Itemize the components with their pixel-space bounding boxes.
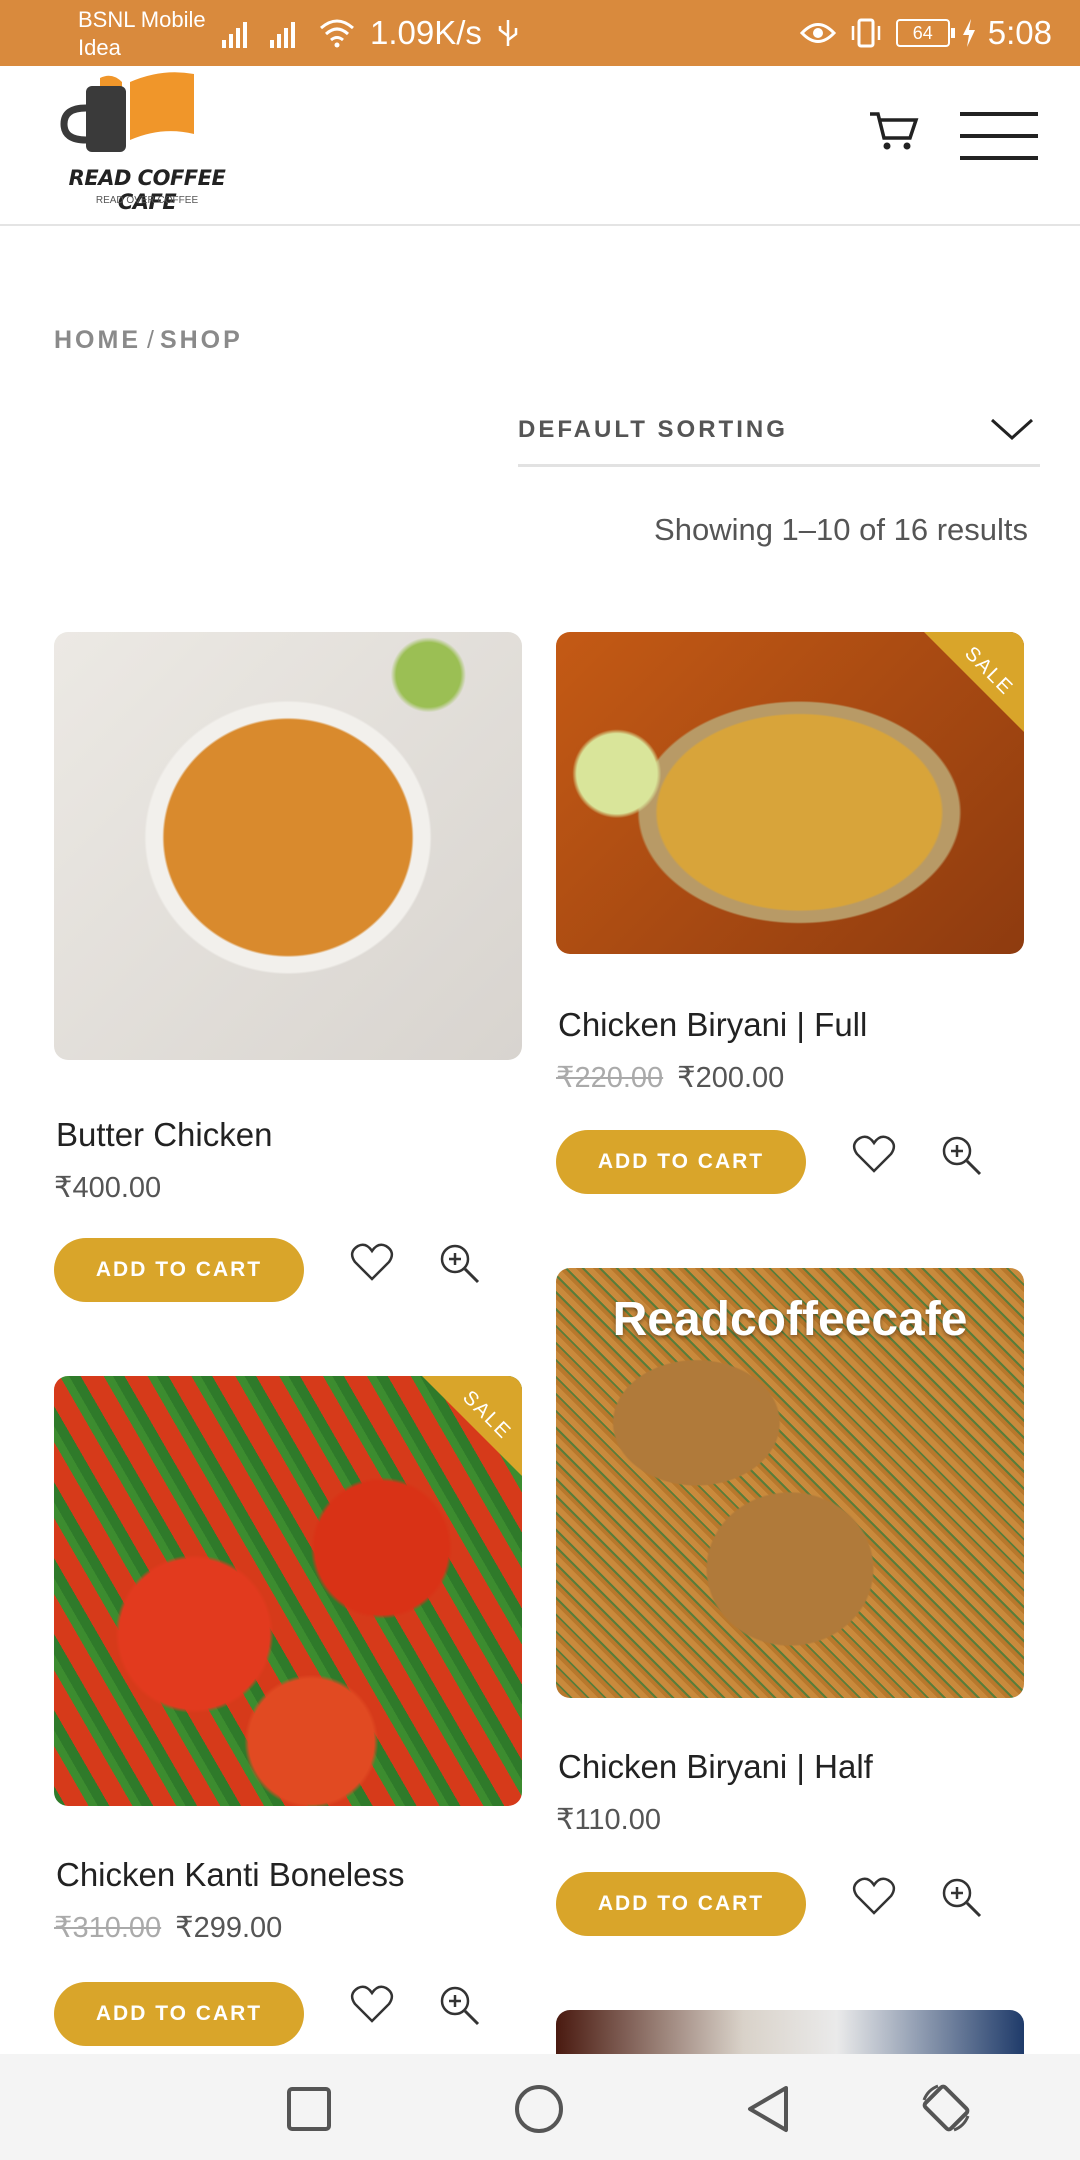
quick-view-zoom-icon[interactable] <box>438 1242 480 1284</box>
logo-mug-book-icon <box>60 72 194 152</box>
product-title[interactable]: Chicken Biryani | Half <box>558 1748 873 1786</box>
original-price: ₹310.00 <box>54 1912 162 1944</box>
back-triangle-icon[interactable] <box>744 2084 794 2134</box>
product-title[interactable]: Chicken Kanti Boneless <box>56 1856 405 1894</box>
wishlist-heart-icon[interactable] <box>852 1876 896 1916</box>
product-image[interactable] <box>54 632 522 1060</box>
status-right-icons: 64 5:08 <box>799 14 1052 52</box>
breadcrumb-home-link[interactable]: HOME <box>54 326 141 354</box>
menu-bar-icon <box>960 112 1038 116</box>
wishlist-heart-icon[interactable] <box>350 1984 394 2024</box>
quick-view-zoom-icon[interactable] <box>940 1876 982 1918</box>
rotate-screen-icon[interactable] <box>918 2080 974 2136</box>
sorting-selected-value: DEFAULT SORTING <box>518 416 788 443</box>
product-title[interactable]: Butter Chicken <box>56 1116 272 1154</box>
sale-badge-label: SALE <box>458 1386 516 1444</box>
product-image[interactable]: Readcoffeecafe <box>556 1268 1024 1698</box>
product-price: ₹110.00 <box>556 1802 661 1837</box>
current-price: ₹299.00 <box>175 1912 283 1944</box>
current-price: ₹400.00 <box>54 1172 162 1204</box>
carrier-line-2: Idea <box>78 35 121 60</box>
quick-view-zoom-icon[interactable] <box>940 1134 982 1176</box>
image-watermark: Readcoffeecafe <box>612 1293 968 1346</box>
site-logo[interactable]: READ COFFEE CAFE READ OVER COFFEE <box>52 68 242 216</box>
carrier-name: BSNL Mobile Idea <box>78 6 206 62</box>
signal-icon-2 <box>270 22 295 48</box>
home-circle-icon[interactable] <box>514 2084 564 2134</box>
product-price: ₹400.00 <box>54 1170 161 1205</box>
sorting-select[interactable]: DEFAULT SORTING <box>518 402 1040 467</box>
product-image[interactable]: SALE <box>54 1376 522 1806</box>
current-price: ₹110.00 <box>556 1804 661 1836</box>
add-to-cart-button[interactable]: ADD TO CART <box>54 1238 304 1302</box>
original-price: ₹220.00 <box>556 1062 664 1094</box>
signal-icon <box>222 22 247 48</box>
menu-bar-icon <box>960 134 1038 138</box>
wifi-icon <box>320 19 354 48</box>
system-navigation-bar <box>0 2054 1080 2160</box>
product-price: ₹310.00 ₹299.00 <box>54 1910 282 1945</box>
product-image[interactable]: SALE <box>556 632 1024 954</box>
add-to-cart-button[interactable]: ADD TO CART <box>556 1872 806 1936</box>
wishlist-heart-icon[interactable] <box>852 1134 896 1174</box>
status-left-icons: 1.09K/s <box>222 14 520 52</box>
sale-badge-label: SALE <box>960 642 1018 700</box>
network-speed: 1.09K/s <box>370 14 482 51</box>
current-price: ₹200.00 <box>677 1062 785 1094</box>
cart-icon <box>870 112 919 150</box>
logo-title: READ COFFEE CAFE <box>68 166 226 214</box>
cart-button[interactable] <box>868 108 920 152</box>
sale-badge: SALE <box>924 632 1024 732</box>
charging-icon <box>962 19 975 47</box>
product-title[interactable]: Chicken Biryani | Full <box>558 1006 867 1044</box>
menu-bar-icon <box>960 156 1038 160</box>
chevron-down-icon <box>990 418 1034 441</box>
eye-icon <box>799 23 836 43</box>
site-header: READ COFFEE CAFE READ OVER COFFEE <box>0 66 1080 226</box>
product-price: ₹220.00 ₹200.00 <box>556 1060 784 1095</box>
add-to-cart-button[interactable]: ADD TO CART <box>54 1982 304 2046</box>
quick-view-zoom-icon[interactable] <box>438 1984 480 2026</box>
results-count: Showing 1–10 of 16 results <box>654 512 1028 547</box>
clock: 5:08 <box>987 14 1052 51</box>
product-image[interactable] <box>556 2010 1024 2060</box>
battery-indicator: 64 <box>895 19 955 47</box>
breadcrumb: HOME / SHOP <box>54 326 243 355</box>
carrier-line-1: BSNL Mobile <box>78 7 206 32</box>
sale-badge: SALE <box>422 1376 522 1476</box>
wishlist-heart-icon[interactable] <box>350 1242 394 1282</box>
add-to-cart-button[interactable]: ADD TO CART <box>556 1130 806 1194</box>
vibrate-icon <box>851 18 881 48</box>
status-bar: BSNL Mobile Idea 1.09K/s 64 5:08 <box>0 0 1080 66</box>
breadcrumb-current: SHOP <box>159 326 243 354</box>
breadcrumb-separator: / <box>147 326 154 354</box>
logo-tagline: READ OVER COFFEE <box>95 195 199 206</box>
usb-icon <box>498 20 518 46</box>
recent-apps-square-icon[interactable] <box>284 2084 334 2134</box>
hamburger-menu-button[interactable] <box>960 112 1038 164</box>
